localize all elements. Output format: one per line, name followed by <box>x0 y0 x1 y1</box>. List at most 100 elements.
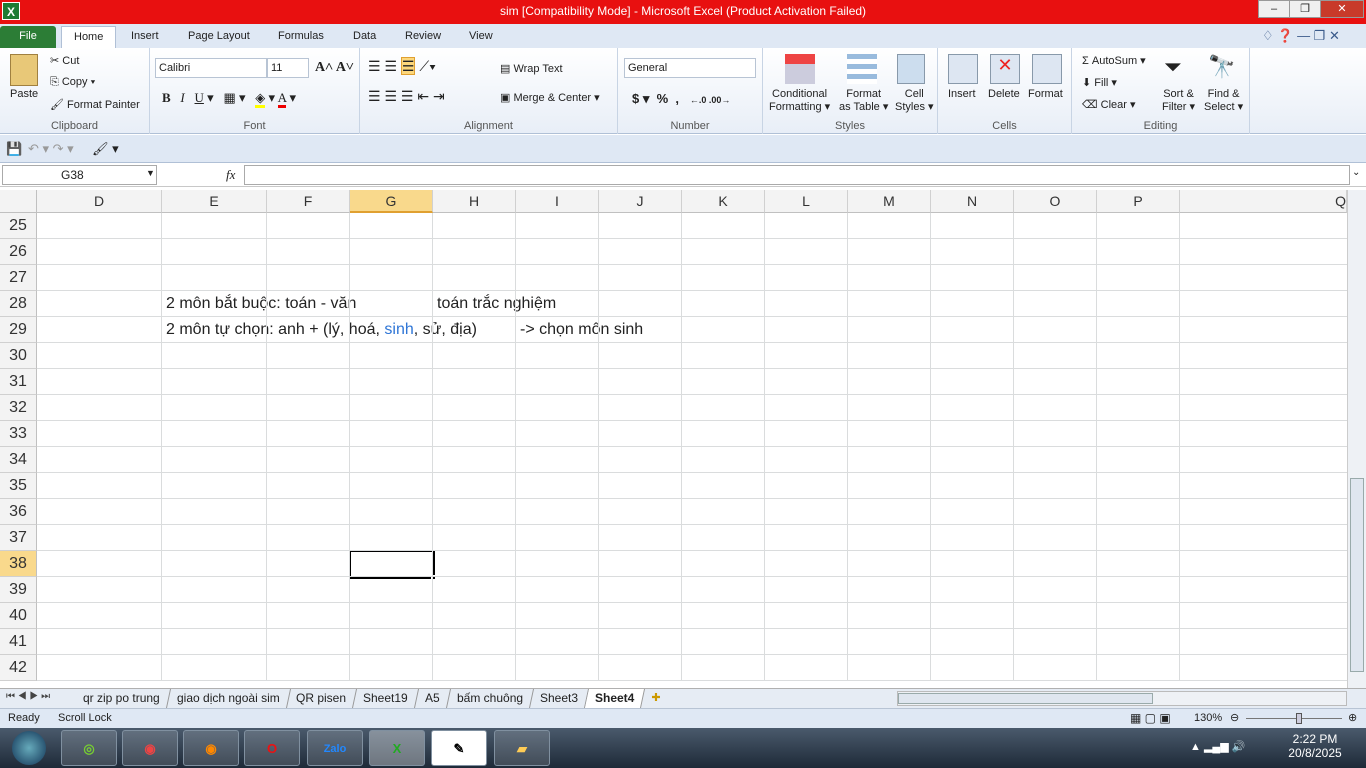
cell-i29[interactable]: -> chọn môn sinh <box>520 317 643 343</box>
sheet-tab[interactable]: giao dịch ngoài sim <box>166 689 291 708</box>
excel-taskbar-icon[interactable]: X <box>369 730 425 766</box>
zoom-slider-thumb[interactable] <box>1296 713 1302 724</box>
column-header-j[interactable]: J <box>599 190 682 213</box>
column-header-f[interactable]: F <box>267 190 350 213</box>
sheet-nav-arrows[interactable]: ⏮ ◀ ▶ ⏭ <box>6 691 50 702</box>
sheet-tab[interactable]: qr zip po trung <box>72 689 171 708</box>
horizontal-align-icons[interactable]: ☰ ☰ ☰ ⇤ ⇥ <box>368 88 445 105</box>
paste-button[interactable]: Paste <box>10 88 38 100</box>
clear-button[interactable]: ⌫ Clear ▾ <box>1082 98 1136 111</box>
delete-button[interactable]: Delete <box>988 88 1020 100</box>
row-header-41[interactable]: 41 <box>0 629 37 655</box>
percent-button[interactable]: % <box>657 91 669 106</box>
zoom-slider[interactable] <box>1246 718 1342 719</box>
tab-file[interactable]: File <box>0 26 56 48</box>
selected-cell-g38[interactable] <box>349 550 435 579</box>
restore-button[interactable]: ❐ <box>1289 0 1321 18</box>
sort-filter-button[interactable]: Sort & Filter ▾ <box>1162 88 1195 114</box>
fx-icon[interactable]: fx <box>226 167 235 183</box>
chrome-icon[interactable]: ◉ <box>122 730 178 766</box>
column-header-l[interactable]: L <box>765 190 848 213</box>
cell-styles-button[interactable]: Cell Styles ▾ <box>895 88 934 114</box>
undo-icon[interactable]: ↶ ▾ ↷ ▾ <box>28 141 74 157</box>
tab-review[interactable]: Review <box>393 26 453 48</box>
sheet-tab[interactable]: Sheet3 <box>529 689 590 708</box>
sheet-tab[interactable]: bấm chuông <box>446 689 534 708</box>
merge-center-button[interactable]: ▣ Merge & Center ▾ <box>500 91 600 104</box>
tab-page-layout[interactable]: Page Layout <box>176 26 262 48</box>
row-header-25[interactable]: 25 <box>0 213 37 239</box>
zoom-level[interactable]: 130% <box>1194 712 1222 724</box>
zoom-in-button[interactable]: ⊕ <box>1348 711 1357 724</box>
row-header-34[interactable]: 34 <box>0 447 37 473</box>
horizontal-scroll-thumb[interactable] <box>898 693 1153 704</box>
file-explorer-icon[interactable]: ▰ <box>494 730 550 766</box>
row-header-36[interactable]: 36 <box>0 499 37 525</box>
column-header-g[interactable]: G <box>350 190 433 213</box>
borders-icon[interactable]: ▦ <box>223 90 235 105</box>
help-icon[interactable]: ♢ ❓ — ❐ ✕ <box>1262 28 1340 44</box>
column-header-n[interactable]: N <box>931 190 1014 213</box>
save-icon[interactable]: 💾 <box>6 141 22 157</box>
format-painter-icon[interactable]: 🖌 ▾ <box>92 141 119 157</box>
firefox-icon[interactable]: ◉ <box>183 730 239 766</box>
row-header-30[interactable]: 30 <box>0 343 37 369</box>
number-format-select[interactable]: General <box>624 58 756 78</box>
tab-insert[interactable]: Insert <box>119 26 171 48</box>
tab-formulas[interactable]: Formulas <box>266 26 336 48</box>
row-header-38[interactable]: 38 <box>0 551 37 577</box>
zalo-icon[interactable]: Zalo <box>307 730 363 766</box>
column-header-m[interactable]: M <box>848 190 931 213</box>
row-header-26[interactable]: 26 <box>0 239 37 265</box>
column-header-h[interactable]: H <box>433 190 516 213</box>
copy-button[interactable]: ⎘ Copy ▾ <box>50 76 95 89</box>
cell-e29[interactable]: 2 môn tự chọn: anh + (lý, hoá, sinh, sử,… <box>166 317 481 343</box>
decimal-icons[interactable]: ←.0 .00→ <box>690 95 731 105</box>
row-header-42[interactable]: 42 <box>0 655 37 681</box>
bold-button[interactable]: B <box>162 90 171 105</box>
tab-data[interactable]: Data <box>341 26 388 48</box>
vertical-scrollbar[interactable] <box>1347 190 1366 688</box>
row-header-27[interactable]: 27 <box>0 265 37 291</box>
fill-button[interactable]: ⬇ Fill ▾ <box>1082 76 1117 89</box>
font-color-icon[interactable]: A <box>277 90 287 108</box>
column-header-o[interactable]: O <box>1014 190 1097 213</box>
tab-view[interactable]: View <box>457 26 505 48</box>
sheet-tab[interactable]: Sheet19 <box>353 689 420 708</box>
font-size-select[interactable]: 11 <box>267 58 309 78</box>
row-header-39[interactable]: 39 <box>0 577 37 603</box>
row-header-32[interactable]: 32 <box>0 395 37 421</box>
row-header-37[interactable]: 37 <box>0 525 37 551</box>
insert-button[interactable]: Insert <box>948 88 976 100</box>
horizontal-scrollbar[interactable] <box>897 691 1347 706</box>
sheet-tab[interactable]: Sheet4 <box>584 689 646 708</box>
wrap-text-button[interactable]: ▤ Wrap Text <box>500 62 563 75</box>
row-header-40[interactable]: 40 <box>0 603 37 629</box>
formula-input[interactable] <box>244 165 1350 185</box>
column-header-e[interactable]: E <box>162 190 267 213</box>
autosum-button[interactable]: Σ AutoSum ▾ <box>1082 54 1146 67</box>
coc-coc-icon[interactable]: ◎ <box>61 730 117 766</box>
clock[interactable]: 2:22 PM 20/8/2025 <box>1280 732 1350 760</box>
italic-button[interactable]: I <box>180 90 184 105</box>
tab-home[interactable]: Home <box>61 26 117 48</box>
insert-sheet-icon[interactable]: ✚ <box>643 689 668 708</box>
grow-font-icon[interactable]: A˄ A˅ <box>315 60 354 76</box>
column-header-q[interactable]: Q <box>1180 190 1347 213</box>
column-header-i[interactable]: I <box>516 190 599 213</box>
currency-button[interactable]: $ <box>632 91 639 106</box>
font-name-select[interactable]: Calibri <box>155 58 267 78</box>
name-box-dropdown-icon[interactable]: ▼ <box>146 168 155 178</box>
row-header-28[interactable]: 28 <box>0 291 37 317</box>
row-header-29[interactable]: 29 <box>0 317 37 343</box>
row-header-31[interactable]: 31 <box>0 369 37 395</box>
opera-icon[interactable]: O <box>244 730 300 766</box>
format-as-table-button[interactable]: Format as Table ▾ <box>839 88 888 114</box>
cell-e28[interactable]: 2 môn bắt buộc: toán - văn <box>166 291 356 317</box>
find-select-button[interactable]: Find & Select ▾ <box>1204 88 1243 114</box>
select-all-corner[interactable] <box>0 190 37 213</box>
vertical-align-icons[interactable]: ☰ ☰ ☰ ⟋▾ <box>368 57 436 75</box>
vertical-scroll-thumb[interactable] <box>1350 478 1364 672</box>
name-box[interactable]: G38 <box>2 165 157 185</box>
minimize-button[interactable]: – <box>1258 0 1290 18</box>
